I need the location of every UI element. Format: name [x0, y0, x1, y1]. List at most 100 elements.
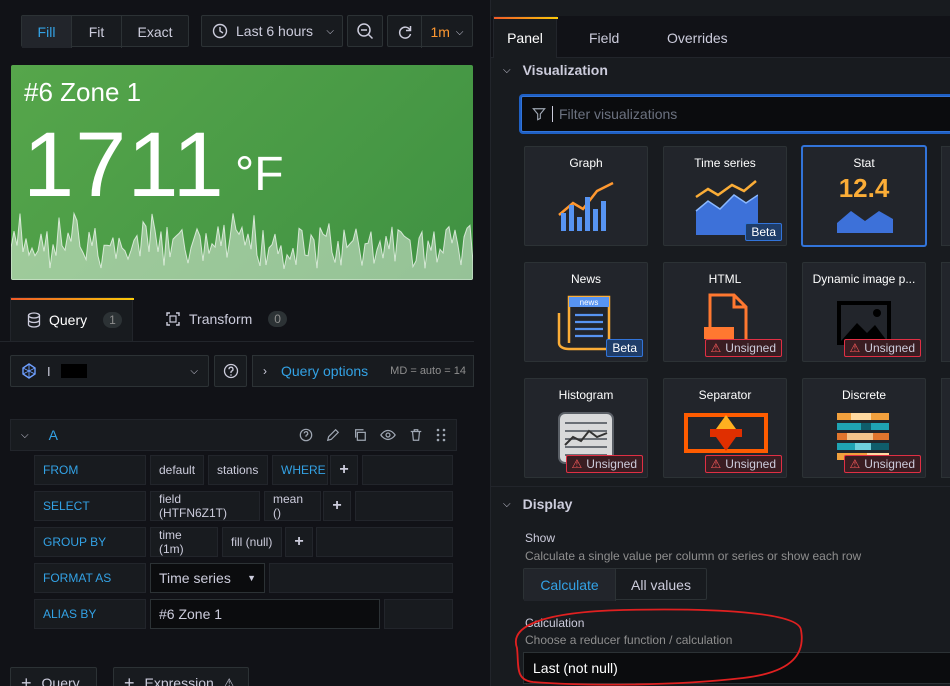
filter-placeholder: Filter visualizations [559, 106, 678, 122]
unsigned-badge: ⚠ Unsigned [843, 339, 921, 357]
viz-card-dynamic-image[interactable]: Dynamic image p... ⚠ Unsigned [802, 262, 926, 362]
warning-icon: ⚠ [223, 676, 235, 686]
add-where-button[interactable]: + [330, 455, 358, 485]
viz-card-time-series[interactable]: Time series Beta [663, 146, 787, 246]
refresh-button[interactable] [388, 16, 422, 48]
viz-card-stat[interactable]: Stat 12.4 [802, 146, 926, 246]
stat-icon-area [837, 211, 893, 233]
add-expression-button[interactable]: + Expression ⚠ [113, 667, 249, 686]
influxdb-icon [22, 363, 36, 379]
show-description: Calculate a single value per column or s… [525, 549, 862, 563]
viz-card-separator[interactable]: Separator ⚠ Unsigned [663, 378, 787, 478]
tab-transform[interactable]: Transform 0 [165, 297, 295, 341]
select-aggregation[interactable]: mean () [264, 491, 321, 521]
tab-field[interactable]: Field [589, 30, 619, 46]
query-options-bar[interactable]: › Query options MD = auto = 14 [252, 355, 474, 387]
viz-card-title: Separator [698, 388, 752, 402]
stat-sparkline [11, 211, 473, 280]
from-policy[interactable]: default [150, 455, 204, 485]
stat-sample-value: 12.4 [838, 173, 890, 203]
pencil-icon[interactable] [326, 428, 340, 442]
caret-down-icon: ▼ [247, 573, 256, 583]
query-options-label: Query options [281, 363, 369, 379]
all-values-option[interactable]: All values [616, 569, 706, 601]
visualization-section-header[interactable]: ⌵ Visualization [503, 62, 608, 78]
chevron-down-icon: ⌵ [503, 498, 511, 510]
datasource-picker[interactable]: I ⌵ [10, 355, 209, 387]
zoom-out-button[interactable] [347, 15, 383, 47]
refresh-group: 1m ⌵ [387, 15, 473, 48]
add-query-label: Query [41, 675, 80, 686]
plus-icon: + [21, 672, 32, 686]
database-icon [27, 311, 41, 328]
beta-badge: Beta [745, 223, 782, 241]
viz-card-partial[interactable] [941, 146, 950, 246]
format-filler [269, 563, 453, 593]
viz-card-partial[interactable] [941, 378, 950, 478]
viz-card-graph[interactable]: Graph [524, 146, 648, 246]
group-by-time[interactable]: time (1m) [150, 527, 218, 557]
alias-by-label: ALIAS BY [34, 599, 146, 629]
unsigned-badge-label: Unsigned [864, 457, 915, 471]
query-ref-id[interactable]: A [49, 427, 58, 443]
viz-card-title: Time series [694, 156, 756, 170]
from-measurement[interactable]: stations [208, 455, 268, 485]
refresh-interval-label: 1m [430, 24, 450, 40]
query-count-badge: 1 [103, 311, 122, 328]
chevron-down-icon: ⌵ [503, 64, 511, 76]
alias-by-input[interactable]: #6 Zone 1 [150, 599, 380, 629]
tab-overrides[interactable]: Overrides [667, 30, 728, 46]
collapse-chevron-icon[interactable]: ⌵ [21, 430, 29, 441]
time-range-picker[interactable]: Last 6 hours ⌵ [201, 15, 343, 47]
add-group-by-button[interactable]: + [285, 527, 313, 557]
refresh-interval-picker[interactable]: 1m ⌵ [422, 16, 472, 48]
add-select-button[interactable]: + [323, 491, 351, 521]
zoom-out-icon [357, 23, 374, 40]
unsigned-badge: ⚠ Unsigned [843, 455, 921, 473]
viz-card-title: Discrete [841, 388, 886, 402]
time-range-label: Last 6 hours [236, 23, 314, 39]
viz-card-partial[interactable] [941, 262, 950, 362]
help-button[interactable] [214, 355, 247, 387]
filter-icon [532, 108, 546, 121]
tab-query[interactable]: Query 1 [10, 297, 134, 341]
viz-card-title: News [570, 272, 601, 286]
help-icon[interactable] [299, 428, 313, 442]
query-options-summary: MD = auto = 14 [390, 365, 466, 377]
show-label: Show [525, 531, 556, 545]
select-field[interactable]: field (HTFN6Z1T) [150, 491, 260, 521]
stat-title: #6 Zone 1 [24, 77, 142, 107]
fill-button[interactable]: Fill [22, 16, 72, 48]
redacted-block [60, 364, 87, 378]
eye-icon[interactable] [380, 428, 396, 442]
viz-card-title: Graph [569, 156, 603, 170]
show-radio-group: Calculate All values [523, 568, 707, 601]
stat-panel-preview: #6 Zone 1 1711 °F [11, 65, 473, 280]
fit-button[interactable]: Fit [72, 16, 122, 48]
viz-card-title: Histogram [558, 388, 614, 402]
trash-icon[interactable] [409, 428, 423, 442]
display-section-header[interactable]: ⌵ Display [503, 496, 572, 512]
graph-icon [558, 181, 614, 231]
select-label: SELECT [34, 491, 146, 521]
view-mode-group: Fill Fit Exact [21, 15, 189, 48]
datasource-name: I [47, 363, 51, 379]
viz-card-histogram[interactable]: Histogram ⚠ Unsigned [524, 378, 648, 478]
drag-handle-icon[interactable] [436, 427, 446, 443]
viz-card-discrete[interactable]: Discrete ⚠ Unsigned [802, 378, 926, 478]
calculate-option[interactable]: Calculate [524, 569, 616, 601]
tab-panel[interactable]: Panel [493, 16, 558, 58]
exact-button[interactable]: Exact [122, 16, 188, 48]
text-cursor [552, 106, 553, 122]
format-as-select[interactable]: Time series ▼ [150, 563, 265, 593]
viz-card-news[interactable]: News news Beta [524, 262, 648, 362]
copy-icon[interactable] [353, 428, 367, 442]
group-filler [316, 527, 453, 557]
viz-card-html[interactable]: HTML ⚠ Unsigned [663, 262, 787, 362]
add-query-button[interactable]: + Query [10, 667, 97, 686]
group-by-fill[interactable]: fill (null) [222, 527, 282, 557]
display-title: Display [522, 496, 573, 512]
tab-panel-label: Panel [507, 29, 543, 46]
filter-visualizations-input[interactable]: Filter visualizations [521, 96, 950, 132]
unsigned-badge-label: Unsigned [725, 457, 776, 471]
